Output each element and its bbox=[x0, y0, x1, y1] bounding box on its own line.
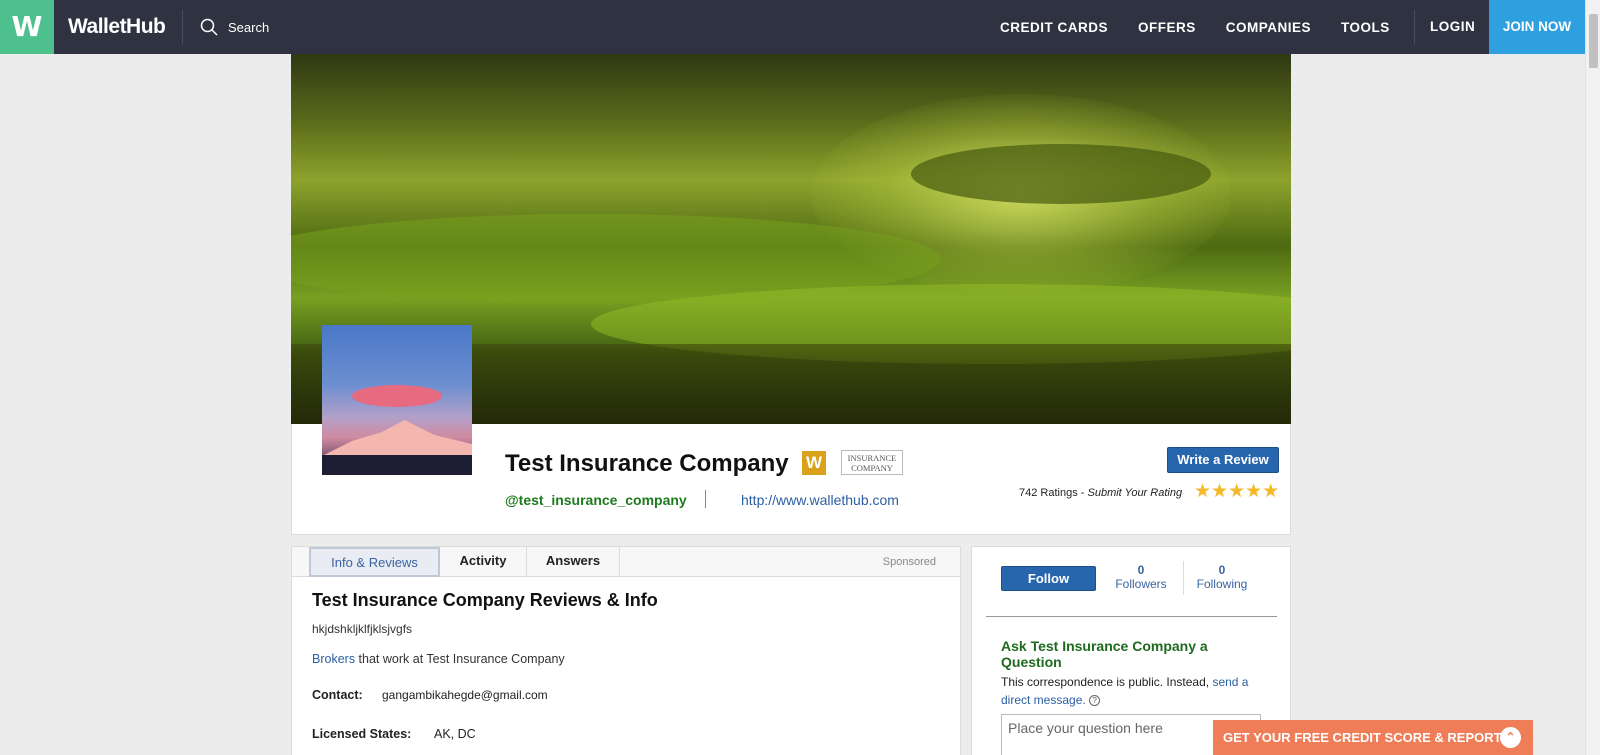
help-icon[interactable]: ? bbox=[1089, 695, 1101, 707]
rating-stars-icon[interactable]: ★★★★★ bbox=[1194, 480, 1279, 503]
brand-name[interactable]: WalletHub bbox=[68, 0, 166, 54]
scrollbar-thumb[interactable] bbox=[1589, 14, 1598, 68]
search-icon bbox=[200, 18, 218, 36]
contact-row: Contact: gangambikahegde@gmail.com bbox=[312, 688, 548, 702]
nav-companies[interactable]: COMPANIES bbox=[1226, 20, 1311, 35]
company-website-link[interactable]: http://www.wallethub.com bbox=[741, 492, 899, 508]
category-badge-line2: COMPANY bbox=[851, 463, 893, 473]
info-panel: Info & Reviews Activity Answers Sponsore… bbox=[291, 546, 961, 755]
avatar-cloud bbox=[352, 385, 442, 407]
following-label: Following bbox=[1196, 577, 1248, 591]
nav-offers[interactable]: OFFERS bbox=[1138, 20, 1196, 35]
contact-label: Contact: bbox=[312, 688, 363, 702]
ratings-summary: 742 Ratings - Submit Your Rating bbox=[1019, 487, 1182, 499]
nav-divider bbox=[182, 10, 183, 44]
ask-question-title: Ask Test Insurance Company a Question bbox=[1001, 638, 1208, 670]
ask-question-description: This correspondence is public. Instead, … bbox=[1001, 673, 1261, 709]
search-button[interactable]: Search bbox=[200, 0, 269, 54]
nav-divider bbox=[1414, 10, 1415, 44]
tab-answers[interactable]: Answers bbox=[527, 547, 620, 577]
wallethub-logo-icon[interactable]: W bbox=[0, 0, 54, 54]
category-badge: INSURANCE COMPANY bbox=[841, 450, 903, 475]
company-avatar bbox=[322, 325, 472, 475]
credit-banner-label: GET YOUR FREE CREDIT SCORE & REPORT bbox=[1223, 730, 1502, 745]
top-nav: W WalletHub Search CREDIT CARDS OFFERS C… bbox=[0, 0, 1585, 54]
submit-rating-link[interactable]: Submit Your Rating bbox=[1088, 487, 1183, 499]
followers-count: 0 bbox=[1137, 563, 1145, 577]
followers-label: Followers bbox=[1115, 577, 1167, 591]
following-count: 0 bbox=[1218, 563, 1226, 577]
nav-links: CREDIT CARDS OFFERS COMPANIES TOOLS bbox=[1000, 0, 1420, 54]
nav-credit-cards[interactable]: CREDIT CARDS bbox=[1000, 20, 1108, 35]
following-stat[interactable]: 0 Following bbox=[1190, 563, 1254, 591]
brokers-text: that work at Test Insurance Company bbox=[355, 652, 565, 666]
avatar-base bbox=[322, 455, 472, 475]
licensed-states-value: AK, DC bbox=[434, 727, 476, 741]
nav-tools[interactable]: TOOLS bbox=[1341, 20, 1390, 35]
wallethub-badge-icon: W bbox=[802, 451, 826, 475]
brokers-line: Brokers that work at Test Insurance Comp… bbox=[312, 652, 565, 666]
licensed-states-row: Licensed States: AK, DC bbox=[312, 727, 476, 741]
join-now-button[interactable]: JOIN NOW bbox=[1489, 0, 1585, 54]
company-description: hkjdshkljklfjklsjvgfs bbox=[312, 622, 413, 636]
category-badge-line1: INSURANCE bbox=[847, 453, 897, 463]
login-link[interactable]: LOGIN bbox=[1430, 0, 1475, 54]
handle-divider bbox=[705, 490, 706, 508]
ask-desc-text: This correspondence is public. Instead, bbox=[1001, 675, 1213, 689]
company-name: Test Insurance Company bbox=[505, 450, 789, 477]
write-review-button[interactable]: Write a Review bbox=[1167, 447, 1279, 473]
chevron-up-icon[interactable]: ⌃ bbox=[1500, 727, 1521, 748]
sponsored-label: Sponsored bbox=[882, 556, 936, 568]
follow-button[interactable]: Follow bbox=[1001, 566, 1096, 591]
brokers-link[interactable]: Brokers bbox=[312, 652, 355, 666]
tab-activity[interactable]: Activity bbox=[440, 547, 527, 577]
search-label: Search bbox=[228, 19, 270, 35]
stat-divider bbox=[1183, 561, 1184, 595]
page-title: Test Insurance Company Reviews & Info bbox=[312, 590, 658, 610]
followers-stat[interactable]: 0 Followers bbox=[1109, 563, 1173, 591]
tab-info-reviews[interactable]: Info & Reviews bbox=[309, 547, 440, 577]
cover-trees bbox=[911, 144, 1211, 204]
profile-tabs: Info & Reviews Activity Answers Sponsore… bbox=[292, 547, 960, 577]
ratings-separator: - bbox=[1077, 487, 1088, 499]
page-scrollbar[interactable] bbox=[1585, 0, 1600, 755]
contact-email[interactable]: gangambikahegde@gmail.com bbox=[382, 688, 548, 702]
licensed-states-label: Licensed States: bbox=[312, 727, 412, 741]
company-handle[interactable]: @test_insurance_company bbox=[505, 492, 687, 508]
divider bbox=[986, 616, 1277, 617]
ratings-count: 742 Ratings bbox=[1019, 487, 1078, 499]
free-credit-score-banner[interactable]: GET YOUR FREE CREDIT SCORE & REPORT ⌃ bbox=[1213, 720, 1533, 755]
